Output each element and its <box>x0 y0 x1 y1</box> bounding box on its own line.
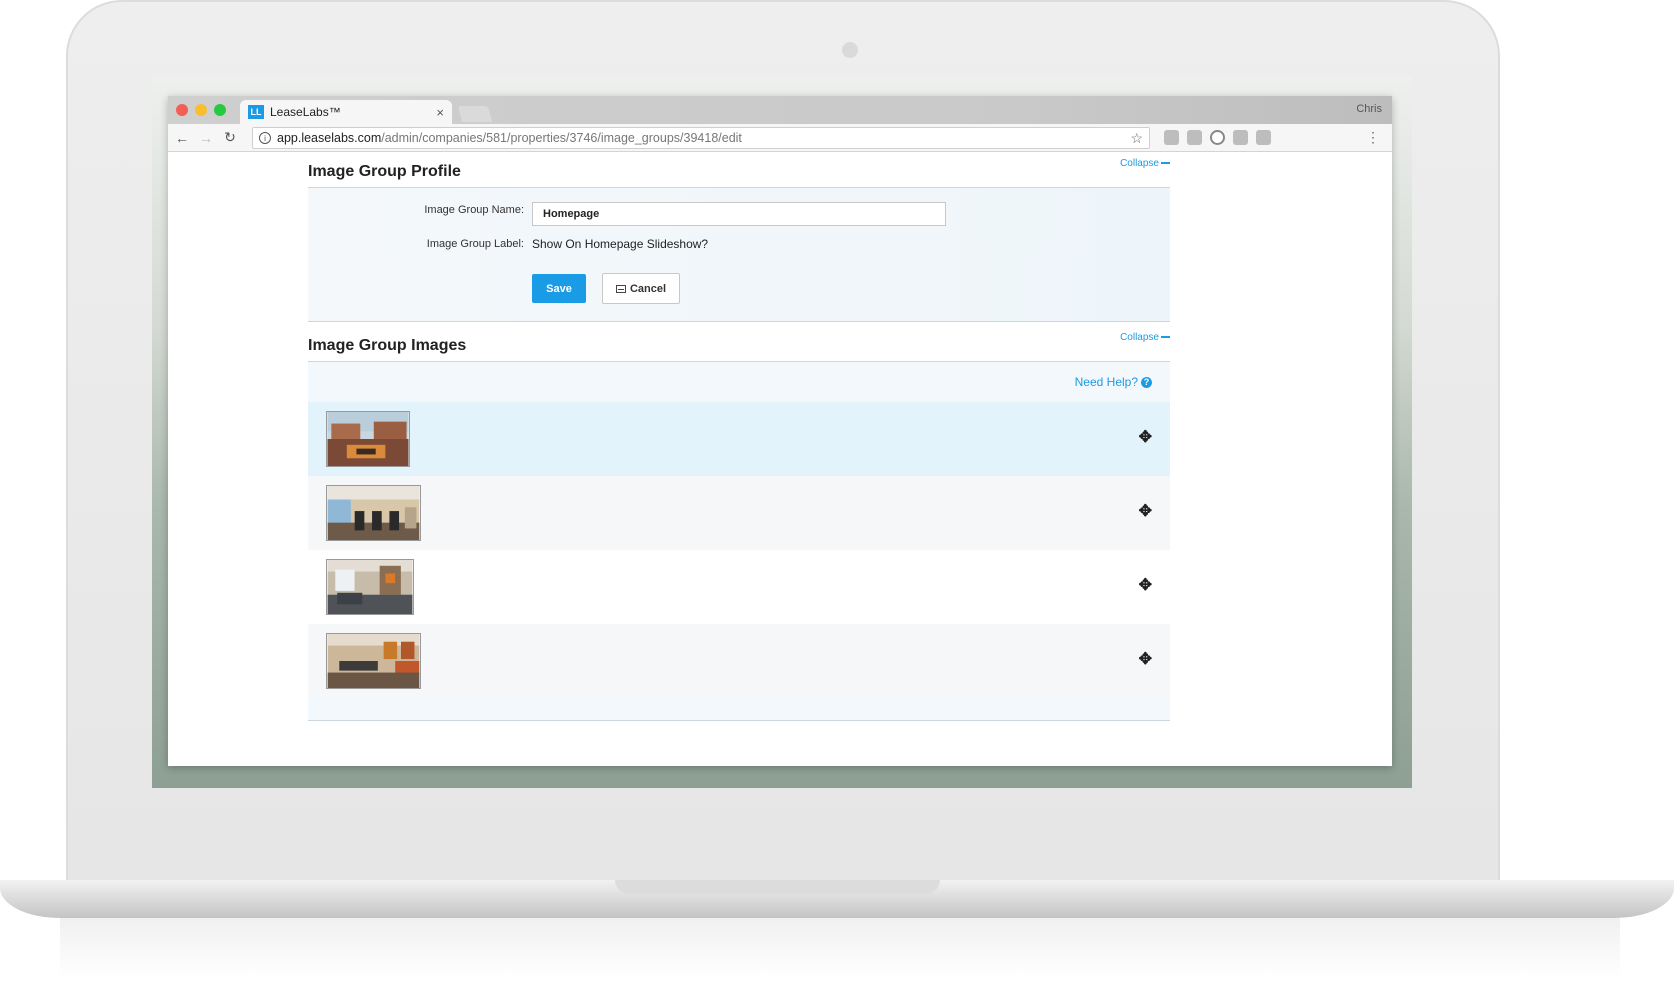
laptop-shadow <box>60 918 1620 978</box>
profile-collapse-link[interactable]: Collapse <box>1120 158 1170 169</box>
image-row[interactable]: ✥ <box>308 624 1170 698</box>
tab-close-icon[interactable]: × <box>436 105 444 120</box>
image-row[interactable]: ✥ <box>308 550 1170 624</box>
collapse-label: Collapse <box>1120 158 1159 169</box>
forward-arrow-icon[interactable]: → <box>196 130 216 146</box>
dining-area-thumbnail[interactable] <box>326 633 421 689</box>
bookmark-star-icon[interactable]: ☆ <box>1130 130 1143 147</box>
extension-icons <box>1164 130 1271 145</box>
images-section-header: Image Group Images Collapse <box>308 326 1170 362</box>
back-arrow-icon[interactable]: ← <box>172 130 192 146</box>
images-section-title: Image Group Images <box>308 337 467 354</box>
drag-move-icon[interactable]: ✥ <box>1139 430 1152 446</box>
drag-move-icon[interactable]: ✥ <box>1139 652 1152 668</box>
maximize-window-icon[interactable] <box>214 104 226 116</box>
url-host: app.leaselabs.com <box>277 131 382 145</box>
extension-icon[interactable] <box>1187 130 1202 145</box>
profile-section-title: Image Group Profile <box>308 163 461 180</box>
fitness-center-thumbnail[interactable] <box>326 485 421 541</box>
image-group-name-input[interactable]: Homepage <box>532 202 946 226</box>
reload-icon[interactable]: ↻ <box>220 129 240 146</box>
site-info-icon[interactable]: i <box>259 132 271 144</box>
image-row[interactable]: ✥ <box>308 476 1170 550</box>
extension-icon[interactable] <box>1233 130 1248 145</box>
image-group-label-label: Image Group Label: <box>426 238 524 250</box>
need-help-label: Need Help? <box>1074 375 1138 389</box>
list-footer <box>308 698 1170 720</box>
cancel-label: Cancel <box>629 282 667 295</box>
extension-icon[interactable] <box>1164 130 1179 145</box>
profile-form: Image Group Name: Homepage Image Group L… <box>308 188 1170 322</box>
images-collapse-link[interactable]: Collapse <box>1120 332 1170 343</box>
collapse-label: Collapse <box>1120 332 1159 343</box>
extension-icon[interactable] <box>1256 130 1271 145</box>
cancel-icon <box>615 284 626 293</box>
leaselabs-favicon-icon: LL <box>248 105 264 119</box>
question-icon: ? <box>1141 376 1152 388</box>
clubhouse-lounge-thumbnail[interactable] <box>326 559 414 615</box>
image-group-name-label: Image Group Name: <box>424 204 524 216</box>
cancel-button[interactable]: Cancel <box>602 273 680 304</box>
tab-title: LeaseLabs™ <box>270 105 341 119</box>
drag-move-icon[interactable]: ✥ <box>1139 578 1152 594</box>
browser-tab[interactable]: LL LeaseLabs™ × <box>240 100 452 124</box>
profile-section-header: Image Group Profile Collapse <box>308 152 1170 188</box>
new-tab-button[interactable] <box>457 106 493 122</box>
browser-menu-icon[interactable]: ⋮ <box>1366 129 1380 146</box>
minus-icon <box>1161 336 1170 339</box>
extension-icon[interactable] <box>1210 130 1225 145</box>
image-group-profile-section: Image Group Profile Collapse Image Group… <box>308 152 1170 322</box>
minimize-window-icon[interactable] <box>195 104 207 116</box>
url-path: /admin/companies/581/properties/3746/ima… <box>381 131 742 145</box>
images-list: Need Help? ? ✥ ✥ ✥ ✥ <box>308 362 1170 721</box>
close-window-icon[interactable] <box>176 104 188 116</box>
laptop-base-notch <box>615 880 940 894</box>
drag-move-icon[interactable]: ✥ <box>1139 504 1152 520</box>
image-group-images-section: Image Group Images Collapse Need Help? ? <box>308 326 1170 721</box>
browser-toolbar: ← → ↻ i app.leaselabs.com/admin/companie… <box>168 124 1392 152</box>
browser-titlebar: LL LeaseLabs™ × Chris <box>168 96 1392 124</box>
browser-user-name[interactable]: Chris <box>1356 103 1382 115</box>
help-row: Need Help? ? <box>308 362 1170 402</box>
page-content: Image Group Profile Collapse Image Group… <box>168 152 1392 766</box>
address-bar[interactable]: i app.leaselabs.com/admin/companies/581/… <box>252 127 1150 149</box>
image-row[interactable]: ✥ <box>308 402 1170 476</box>
minus-icon <box>1161 162 1170 165</box>
pool-courtyard-thumbnail[interactable] <box>326 411 410 467</box>
browser-window: LL LeaseLabs™ × Chris ← → ↻ i app.leasel… <box>168 96 1392 766</box>
image-group-label-value[interactable]: Show On Homepage Slideshow? <box>532 237 708 251</box>
camera-icon <box>842 42 858 58</box>
save-button[interactable]: Save <box>532 274 586 303</box>
need-help-link[interactable]: Need Help? ? <box>1075 375 1152 389</box>
